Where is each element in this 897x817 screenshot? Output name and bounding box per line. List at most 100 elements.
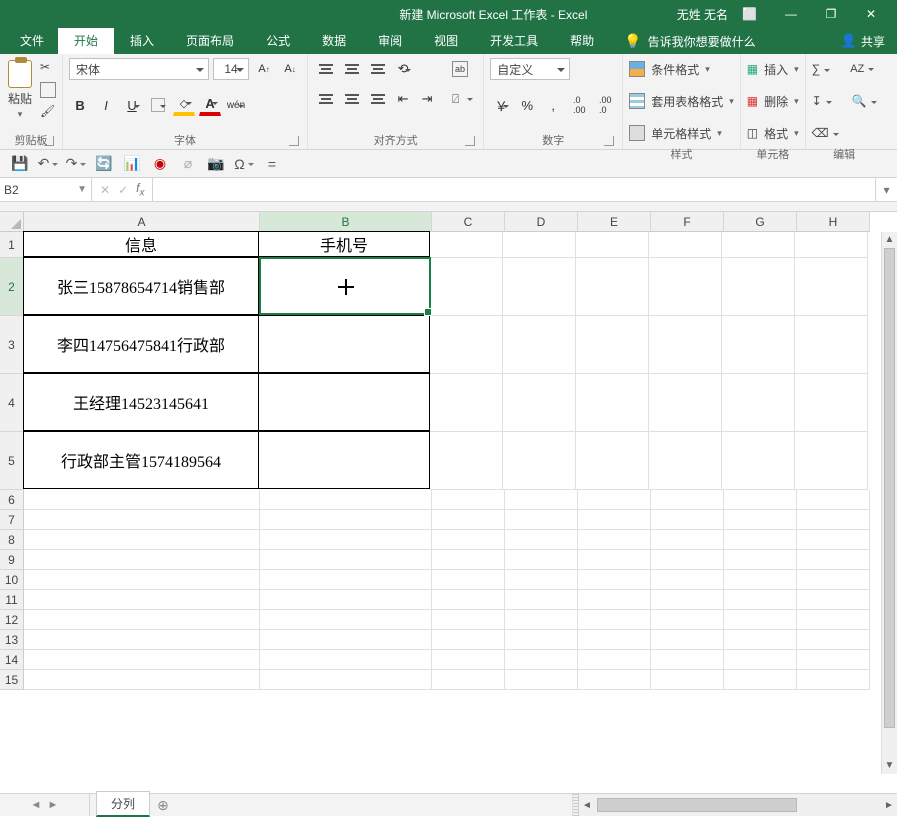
cell-B11[interactable] <box>260 590 432 610</box>
tell-me-search[interactable]: 💡 告诉我你想要做什么 <box>610 33 755 50</box>
row-header-1[interactable]: 1 <box>0 232 24 258</box>
vertical-scrollbar[interactable]: ▲ ▼ <box>881 232 897 774</box>
cell-E7[interactable] <box>578 510 651 530</box>
cell-D12[interactable] <box>505 610 578 630</box>
cell-A10[interactable] <box>24 570 260 590</box>
row-header-3[interactable]: 3 <box>0 316 24 374</box>
restore-button[interactable]: ❐ <box>811 0 851 28</box>
cell-H11[interactable] <box>797 590 870 610</box>
cell-C4[interactable] <box>430 374 503 432</box>
tab-help[interactable]: 帮助 <box>554 28 610 54</box>
cell-F1[interactable] <box>649 232 722 258</box>
sheet-nav-buttons[interactable]: ◄ ► <box>0 794 90 816</box>
cell-A12[interactable] <box>24 610 260 630</box>
cell-G12[interactable] <box>724 610 797 630</box>
row-header-10[interactable]: 10 <box>0 570 24 590</box>
autosum-button[interactable]: ∑ <box>812 62 831 76</box>
scroll-up-button[interactable]: ▲ <box>882 232 897 248</box>
qat-chart-button[interactable]: 📊 <box>122 154 142 174</box>
font-color-button[interactable]: A <box>199 94 221 116</box>
cell-B7[interactable] <box>260 510 432 530</box>
worksheet-grid[interactable]: ABCDEFGH 123456789101112131415 信息手机号张三15… <box>0 212 897 774</box>
ribbon-display-options-button[interactable]: ⬜ <box>742 7 757 21</box>
format-cells-button[interactable]: 格式▾ <box>747 122 799 144</box>
cell-H14[interactable] <box>797 650 870 670</box>
column-header-H[interactable]: H <box>797 212 870 232</box>
bold-button[interactable]: B <box>69 94 91 116</box>
row-header-15[interactable]: 15 <box>0 670 24 690</box>
row-header-4[interactable]: 4 <box>0 374 24 432</box>
cell-B12[interactable] <box>260 610 432 630</box>
cell-G3[interactable] <box>722 316 795 374</box>
cell-F8[interactable] <box>651 530 724 550</box>
cell-H1[interactable] <box>795 232 868 258</box>
cell-D8[interactable] <box>505 530 578 550</box>
share-button[interactable]: 👤 共享 <box>829 28 897 54</box>
cell-C10[interactable] <box>432 570 505 590</box>
cell-D15[interactable] <box>505 670 578 690</box>
qat-redo-button[interactable]: ↷ <box>66 154 86 174</box>
column-header-A[interactable]: A <box>24 212 260 232</box>
cell-A6[interactable] <box>24 490 260 510</box>
row-header-14[interactable]: 14 <box>0 650 24 670</box>
sort-filter-button[interactable]: A͏Z <box>850 63 874 75</box>
row-header-5[interactable]: 5 <box>0 432 24 490</box>
cell-B15[interactable] <box>260 670 432 690</box>
fill-button[interactable]: ↧ <box>812 94 832 108</box>
scroll-left-button[interactable]: ◄ <box>579 800 595 811</box>
row-header-12[interactable]: 12 <box>0 610 24 630</box>
cell-H9[interactable] <box>797 550 870 570</box>
phonetic-guide-button[interactable]: wén <box>225 94 247 116</box>
cell-E3[interactable] <box>576 316 649 374</box>
cell-C1[interactable] <box>430 232 503 258</box>
number-format-combo[interactable]: 自定义 <box>490 58 570 80</box>
percent-format-button[interactable]: % <box>516 94 538 116</box>
format-painter-button[interactable] <box>40 104 56 120</box>
scroll-thumb-horizontal[interactable] <box>597 798 797 812</box>
cell-C11[interactable] <box>432 590 505 610</box>
cell-E10[interactable] <box>578 570 651 590</box>
cell-G5[interactable] <box>722 432 795 490</box>
cell-C5[interactable] <box>430 432 503 490</box>
cell-C13[interactable] <box>432 630 505 650</box>
italic-button[interactable]: I <box>95 94 117 116</box>
row-header-2[interactable]: 2 <box>0 258 24 316</box>
align-top-button[interactable] <box>314 58 338 80</box>
cell-H8[interactable] <box>797 530 870 550</box>
qat-macro-stop-button[interactable]: ◉ <box>150 154 170 174</box>
cell-F7[interactable] <box>651 510 724 530</box>
cell-styles-button[interactable]: 单元格样式▾ <box>629 122 722 144</box>
format-as-table-button[interactable]: 套用表格格式▾ <box>629 90 734 112</box>
decrease-font-button[interactable]: A↓ <box>279 58 301 80</box>
cut-button[interactable]: ✂ <box>40 60 56 76</box>
comma-format-button[interactable]: , <box>542 94 564 116</box>
cell-B8[interactable] <box>260 530 432 550</box>
cell-C9[interactable] <box>432 550 505 570</box>
cell-B4[interactable] <box>258 373 430 431</box>
delete-cells-button[interactable]: 删除 ▾ <box>747 90 799 112</box>
tab-view[interactable]: 视图 <box>418 28 474 54</box>
scroll-down-button[interactable]: ▼ <box>882 758 897 774</box>
cell-B10[interactable] <box>260 570 432 590</box>
cell-E2[interactable] <box>576 258 649 316</box>
column-header-D[interactable]: D <box>505 212 578 232</box>
cell-A14[interactable] <box>24 650 260 670</box>
font-size-combo[interactable]: 14 <box>213 58 249 80</box>
cell-E6[interactable] <box>578 490 651 510</box>
align-right-button[interactable] <box>366 88 390 110</box>
align-middle-button[interactable] <box>340 58 364 80</box>
row-header-9[interactable]: 9 <box>0 550 24 570</box>
qat-touch-mode-button[interactable]: ⌀ <box>178 154 198 174</box>
formula-bar-input[interactable] <box>153 178 875 201</box>
tab-data[interactable]: 数据 <box>306 28 362 54</box>
name-box[interactable]: B2 ▼ <box>0 178 92 201</box>
tab-formulas[interactable]: 公式 <box>250 28 306 54</box>
cell-E1[interactable] <box>576 232 649 258</box>
column-header-E[interactable]: E <box>578 212 651 232</box>
cell-B5[interactable] <box>258 431 430 489</box>
cell-E15[interactable] <box>578 670 651 690</box>
select-all-corner[interactable] <box>0 212 24 232</box>
cell-A13[interactable] <box>24 630 260 650</box>
close-button[interactable]: ✕ <box>851 0 891 28</box>
cell-E5[interactable] <box>576 432 649 490</box>
